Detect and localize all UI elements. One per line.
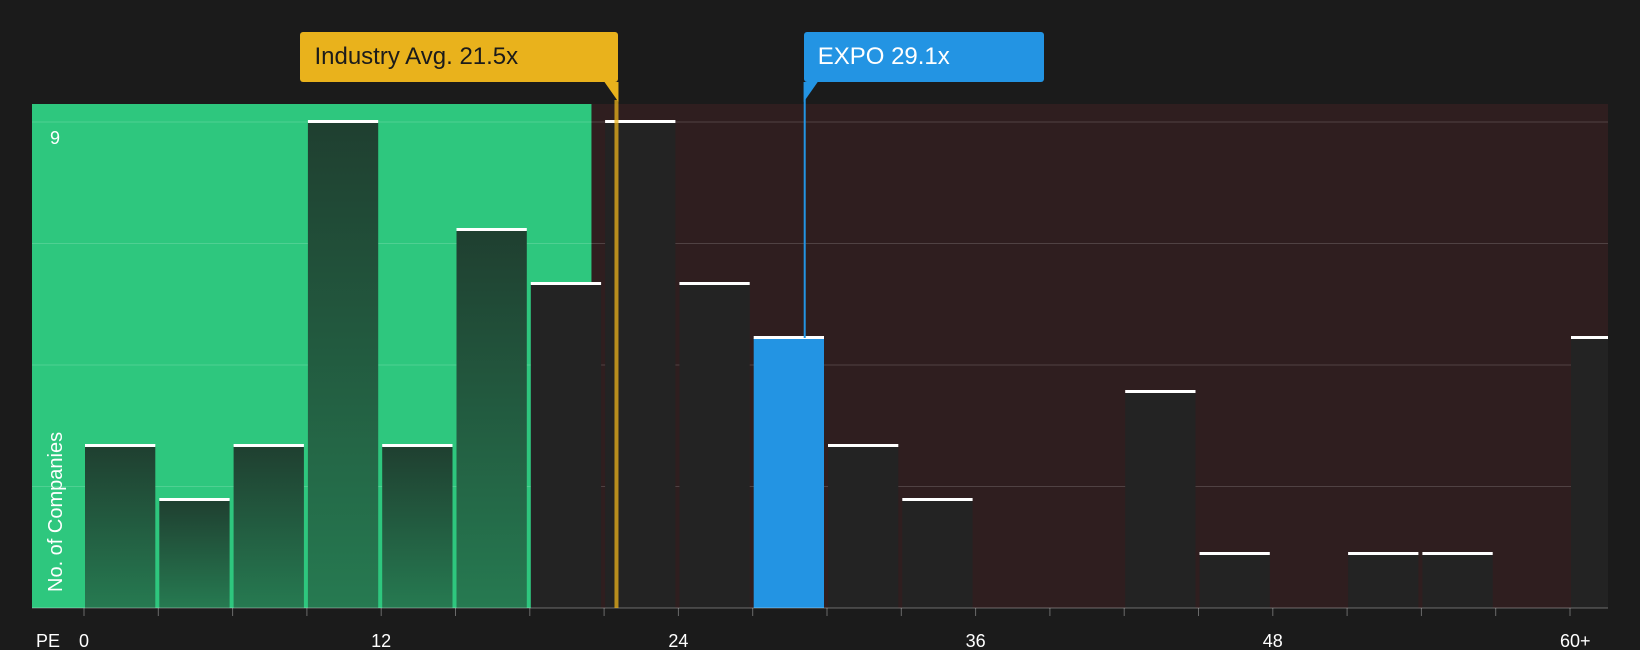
histogram-bar-cap — [1199, 552, 1270, 555]
histogram-bar-cap — [233, 444, 304, 447]
pe-distribution-chart: 0 12 24 36 48 60+ 9 PE No. of Companies Indus… — [0, 0, 1640, 650]
x-tick-label: 36 — [966, 631, 986, 650]
histogram-bar — [456, 230, 527, 608]
histogram-bar-cap — [1348, 552, 1419, 555]
x-tick-label: 60+ — [1560, 631, 1591, 650]
x-tick-label: 0 — [79, 631, 89, 650]
x-tick-label: 48 — [1263, 631, 1283, 650]
histogram-bar — [1348, 554, 1419, 608]
company-pe-label: EXPO 29.1x — [817, 43, 950, 70]
industry-average-label: Industry Avg. 21.5x — [314, 43, 519, 70]
histogram-bar — [1199, 554, 1270, 608]
histogram-bar — [530, 284, 602, 608]
histogram-bar — [828, 446, 899, 608]
x-axis-label: PE — [36, 631, 60, 650]
histogram-bar — [902, 500, 973, 608]
histogram-bar-cap — [753, 336, 824, 339]
x-tick-label: 12 — [371, 631, 391, 650]
histogram-bar — [159, 500, 230, 608]
histogram-bar-cap — [382, 444, 453, 447]
histogram-bar — [753, 338, 824, 608]
x-tick-label: 24 — [668, 631, 688, 650]
histogram-bar — [1571, 338, 1608, 608]
histogram-bar — [307, 122, 379, 608]
histogram-bar — [382, 446, 453, 608]
histogram-bar-cap — [828, 444, 899, 447]
histogram-bar-cap — [530, 282, 602, 285]
histogram-bar-cap — [1125, 390, 1196, 393]
histogram-bar-cap — [679, 282, 750, 285]
histogram-bar-cap — [159, 498, 230, 501]
company-pe-callout: EXPO 29.1x — [803, 32, 1044, 82]
industry-average-callout: Industry Avg. 21.5x — [300, 32, 619, 82]
histogram-bar — [85, 446, 156, 608]
histogram-bar-cap — [1571, 336, 1608, 339]
company-pe-pointer — [803, 82, 818, 102]
y-tick-label: 9 — [50, 128, 60, 148]
histogram-bar-cap — [1422, 552, 1493, 555]
industry-average-line — [614, 100, 619, 608]
industry-average-pointer — [604, 82, 619, 102]
chart-canvas: 0 12 24 36 48 60+ 9 PE No. of Companies — [32, 82, 1608, 650]
histogram-bar-cap — [902, 498, 973, 501]
histogram-bar-cap — [456, 228, 527, 231]
histogram-bar — [679, 284, 750, 608]
histogram-bar-cap — [307, 120, 379, 123]
y-axis-label: No. of Companies — [45, 432, 67, 592]
histogram-bar-cap — [85, 444, 156, 447]
histogram-bar — [233, 446, 304, 608]
histogram-bar — [1125, 392, 1196, 608]
histogram-bar — [1422, 554, 1493, 608]
